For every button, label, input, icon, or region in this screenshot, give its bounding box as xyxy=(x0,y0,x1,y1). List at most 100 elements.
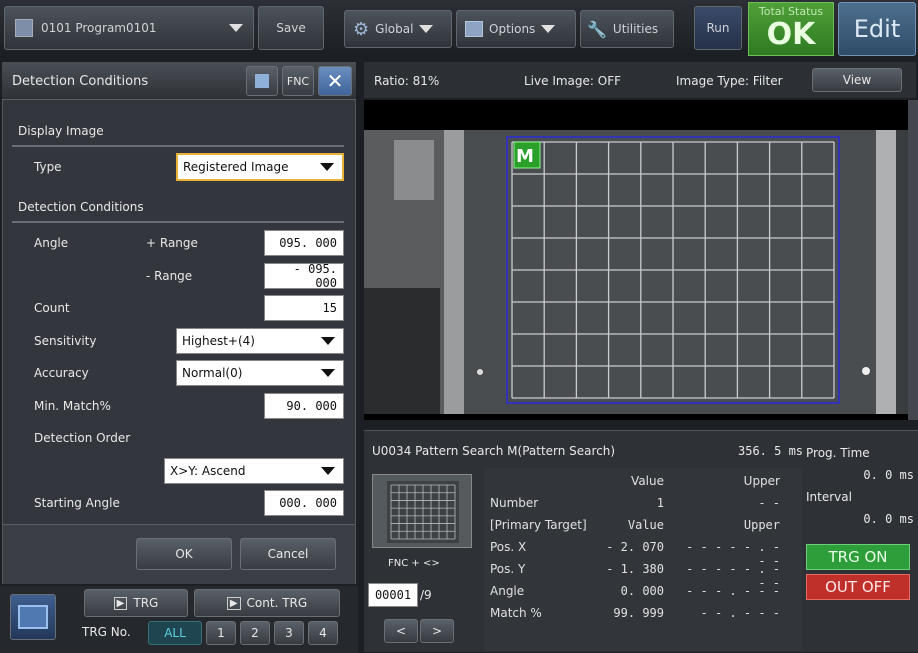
result-row-value: - 1. 380 xyxy=(606,562,664,576)
interval-label: Interval xyxy=(806,490,852,504)
run-label: Run xyxy=(706,21,730,35)
divider xyxy=(12,145,344,147)
trg-no-2[interactable]: 2 xyxy=(240,621,270,645)
close-icon: ✕ xyxy=(326,69,344,93)
accuracy-label: Accuracy xyxy=(34,366,89,380)
cont-trg-button[interactable]: ▶ Cont. TRG xyxy=(194,589,340,617)
fixture-shadow xyxy=(364,288,440,414)
prev-button[interactable]: < xyxy=(384,619,418,643)
starting-angle-input[interactable]: 000. 000 xyxy=(264,490,344,516)
accuracy-value: Normal(0) xyxy=(182,366,243,380)
minus-range-input[interactable]: - 095. 000 xyxy=(264,262,344,290)
ok-button[interactable]: OK xyxy=(136,538,232,570)
detection-order-value: X>Y: Ascend xyxy=(170,464,246,478)
chevron-right-icon: > xyxy=(431,624,443,638)
result-row-value: 99. 999 xyxy=(613,606,664,620)
utilities-label: Utilities xyxy=(612,22,659,36)
min-match-input[interactable]: 90. 000 xyxy=(264,393,344,419)
type-value: Registered Image xyxy=(183,160,289,174)
options-icon xyxy=(465,21,483,37)
display-image-heading: Display Image xyxy=(18,124,104,138)
result-row-upper: - - xyxy=(758,496,780,510)
global-menu-button[interactable]: ⚙ Global xyxy=(344,10,452,48)
screw-right xyxy=(862,367,870,375)
thumbnail-canvas xyxy=(387,481,459,543)
chevron-down-icon xyxy=(321,467,335,475)
program-label: 0101 Program0101 xyxy=(41,21,157,35)
fnc-label: FNC xyxy=(286,74,310,88)
col-value-header: Value xyxy=(631,474,664,488)
minus-range-label: - Range xyxy=(146,269,193,283)
next-button[interactable]: > xyxy=(420,619,454,643)
fnc-nav-label: FNC + <> xyxy=(388,558,440,569)
fixture-part xyxy=(394,140,434,200)
process-time: 356. 5 ms xyxy=(738,444,804,458)
trg-no-all[interactable]: ALL xyxy=(148,621,202,645)
image-type-label: Image Type: Filter xyxy=(676,74,783,88)
close-button[interactable]: ✕ xyxy=(318,66,352,96)
angle-label: Angle xyxy=(34,236,69,250)
camera-image-canvas: M xyxy=(364,130,908,414)
cancel-button[interactable]: Cancel xyxy=(240,538,336,570)
prog-time-value: 0. 0 ms xyxy=(863,468,914,482)
out-off-indicator: OUT OFF xyxy=(806,574,910,600)
rail-right xyxy=(876,130,896,414)
trg-button[interactable]: ▶ TRG xyxy=(84,589,188,617)
count-input[interactable]: 15 xyxy=(264,295,344,321)
plus-range-input[interactable]: 095. 000 xyxy=(264,230,344,256)
chevron-left-icon: < xyxy=(395,624,407,638)
sensitivity-value: Highest+(4) xyxy=(182,334,255,348)
accuracy-select[interactable]: Normal(0) xyxy=(176,360,344,386)
chevron-down-icon xyxy=(229,24,243,32)
total-status-value: OK xyxy=(766,17,816,52)
plus-range-label: + Range xyxy=(146,236,198,250)
panel-pin-button[interactable] xyxy=(246,66,278,96)
chevron-down-icon xyxy=(321,369,335,377)
page-total: /9 xyxy=(420,588,432,602)
live-image-label: Live Image: OFF xyxy=(524,74,622,88)
detection-order-select[interactable]: X>Y: Ascend xyxy=(164,458,344,484)
result-row-upper: Upper xyxy=(743,518,780,532)
view-button[interactable]: View xyxy=(812,68,902,92)
total-status-indicator: Total Status OK xyxy=(748,2,834,56)
type-select[interactable]: Registered Image xyxy=(176,153,344,181)
run-button[interactable]: Run xyxy=(694,6,742,50)
ok-label: OK xyxy=(175,547,193,561)
trg-no-4[interactable]: 4 xyxy=(308,621,338,645)
camera-image[interactable]: M xyxy=(364,100,908,420)
global-label: Global xyxy=(375,22,414,36)
options-menu-button[interactable]: Options xyxy=(456,10,576,48)
result-row-value: - 2. 070 xyxy=(606,540,664,554)
target-plate xyxy=(464,130,876,414)
result-row-value: 0. 000 xyxy=(620,584,664,598)
trg-no-1[interactable]: 1 xyxy=(206,621,236,645)
image-thumb-button[interactable] xyxy=(10,594,56,640)
program-icon xyxy=(15,19,33,37)
result-row-upper: - - - . - - - xyxy=(686,584,780,598)
utilities-button[interactable]: 🔧 Utilities xyxy=(580,10,674,48)
trg-on-indicator: TRG ON xyxy=(806,544,910,570)
sensitivity-select[interactable]: Highest+(4) xyxy=(176,328,344,354)
edit-button[interactable]: Edit xyxy=(838,2,916,56)
repeat-play-icon: ▶ xyxy=(226,596,241,610)
detection-order-label: Detection Order xyxy=(34,431,131,445)
cont-trg-label: Cont. TRG xyxy=(246,596,308,610)
match-marker-label: M xyxy=(516,146,534,167)
unit-label: U0034 Pattern Search M(Pattern Search) xyxy=(372,444,616,458)
trg-no-3[interactable]: 3 xyxy=(274,621,304,645)
save-button[interactable]: Save xyxy=(258,6,324,50)
chevron-down-icon xyxy=(419,25,434,33)
play-icon: ▶ xyxy=(113,596,128,610)
panel-title: Detection Conditions xyxy=(12,74,149,89)
type-label: Type xyxy=(34,160,62,174)
page-number-input[interactable]: 00001 xyxy=(368,583,418,607)
hand-icon xyxy=(255,74,269,88)
result-table: Value Upper Number 1- - [Primary Target] Va… xyxy=(484,468,802,650)
program-select[interactable]: 0101 Program0101 xyxy=(4,6,254,50)
sensitivity-label: Sensitivity xyxy=(34,334,97,348)
ratio-label: Ratio: 81% xyxy=(374,74,440,88)
screw-left xyxy=(477,369,483,375)
viewer-scrollbar[interactable] xyxy=(908,100,918,420)
result-thumbnail[interactable] xyxy=(372,474,472,548)
fnc-button[interactable]: FNC xyxy=(282,66,314,96)
